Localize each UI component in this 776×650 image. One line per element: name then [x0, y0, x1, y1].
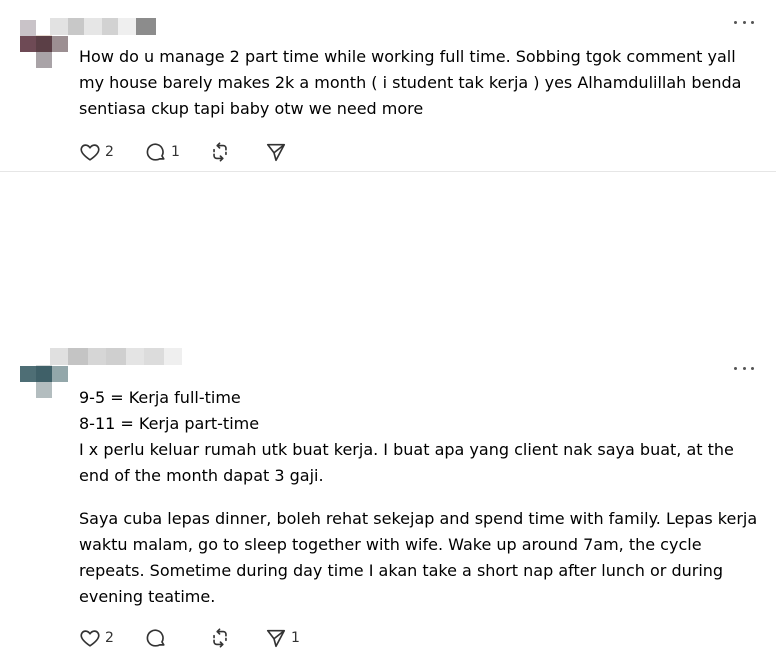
comment-icon — [146, 143, 165, 161]
body-line: I x perlu keluar rumah utk buat kerja. I… — [79, 440, 734, 485]
post-1: How do u manage 2 part time while workin… — [0, 0, 776, 172]
post-body: How do u manage 2 part time while workin… — [79, 47, 742, 118]
action-bar: 2 1 — [79, 626, 305, 650]
body-line: 9-5 = Kerja full-time — [79, 388, 241, 407]
like-count: 2 — [105, 144, 114, 160]
more-options-icon[interactable] — [734, 18, 754, 26]
repost-button[interactable] — [209, 626, 265, 650]
reply-count: 1 — [171, 144, 180, 160]
share-button[interactable] — [265, 140, 305, 164]
like-button[interactable]: 2 — [79, 626, 145, 650]
reply-button[interactable]: 1 — [145, 140, 209, 164]
send-icon — [266, 143, 286, 162]
like-count: 2 — [105, 630, 114, 646]
post-2: 9-5 = Kerja full-time 8-11 = Kerja part-… — [0, 172, 776, 648]
heart-icon — [80, 144, 100, 161]
like-button[interactable]: 2 — [79, 140, 145, 164]
action-bar: 2 1 — [79, 140, 305, 164]
username-blurred[interactable] — [36, 18, 156, 35]
repost-icon — [213, 628, 227, 648]
body-line: 8-11 = Kerja part-time — [79, 414, 260, 433]
more-options-icon[interactable] — [734, 364, 754, 372]
repost-button[interactable] — [209, 140, 265, 164]
comment-icon — [146, 629, 165, 647]
body-paragraph: Saya cuba lepas dinner, boleh rehat seke… — [79, 509, 758, 606]
share-count: 1 — [291, 630, 300, 646]
share-button[interactable]: 1 — [265, 626, 305, 650]
post-body: 9-5 = Kerja full-time 8-11 = Kerja part-… — [79, 385, 759, 610]
username-blurred[interactable] — [36, 348, 182, 365]
repost-icon — [213, 142, 227, 162]
reply-button[interactable] — [145, 626, 209, 650]
heart-icon — [80, 630, 100, 647]
send-icon — [266, 629, 286, 648]
